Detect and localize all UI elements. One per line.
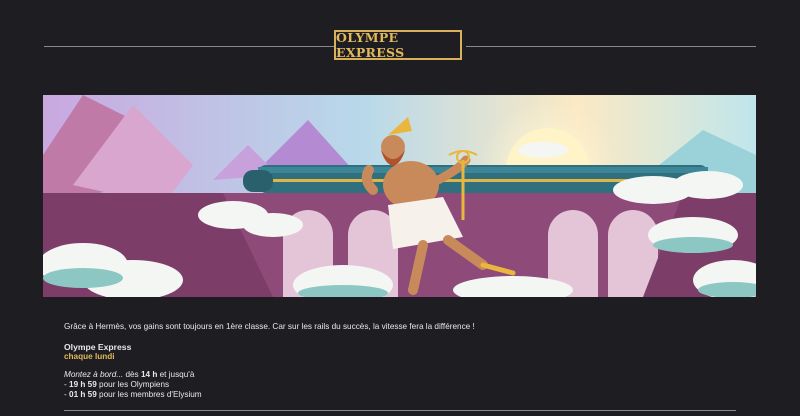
boarding-suffix: et jusqu'à: [157, 370, 195, 379]
title-row: OLYMPE EXPRESS: [44, 30, 756, 62]
promo-description: Grâce à Hermès, vos gains sont toujours …: [64, 322, 744, 400]
bottom-divider: [64, 410, 736, 411]
title-divider-right: [466, 46, 756, 47]
page-title: OLYMPE EXPRESS: [334, 30, 462, 60]
event-name: Olympe Express: [64, 342, 132, 352]
boarding-time: 14 h: [140, 370, 158, 379]
boarding-prefix: Montez à bord...: [64, 370, 124, 379]
boarding-mid: dès: [123, 370, 141, 379]
list-item: - 01 h 59 pour les membres d'Elysium: [64, 390, 202, 399]
event-day: chaque lundi: [64, 352, 115, 361]
list-item: - 19 h 59 pour les Olympiens: [64, 380, 170, 389]
promo-banner-image: [43, 95, 756, 297]
boarding-info: Montez à bord... dès 14 h et jusqu'à: [64, 370, 744, 380]
title-divider-left: [44, 46, 334, 47]
list-item-text: pour les membres d'Elysium: [96, 390, 202, 399]
list-item-time: 01 h 59: [69, 390, 97, 399]
list-item-time: 19 h 59: [69, 380, 97, 389]
list-item-text: pour les Olympiens: [96, 380, 170, 389]
intro-text: Grâce à Hermès, vos gains sont toujours …: [64, 322, 475, 331]
